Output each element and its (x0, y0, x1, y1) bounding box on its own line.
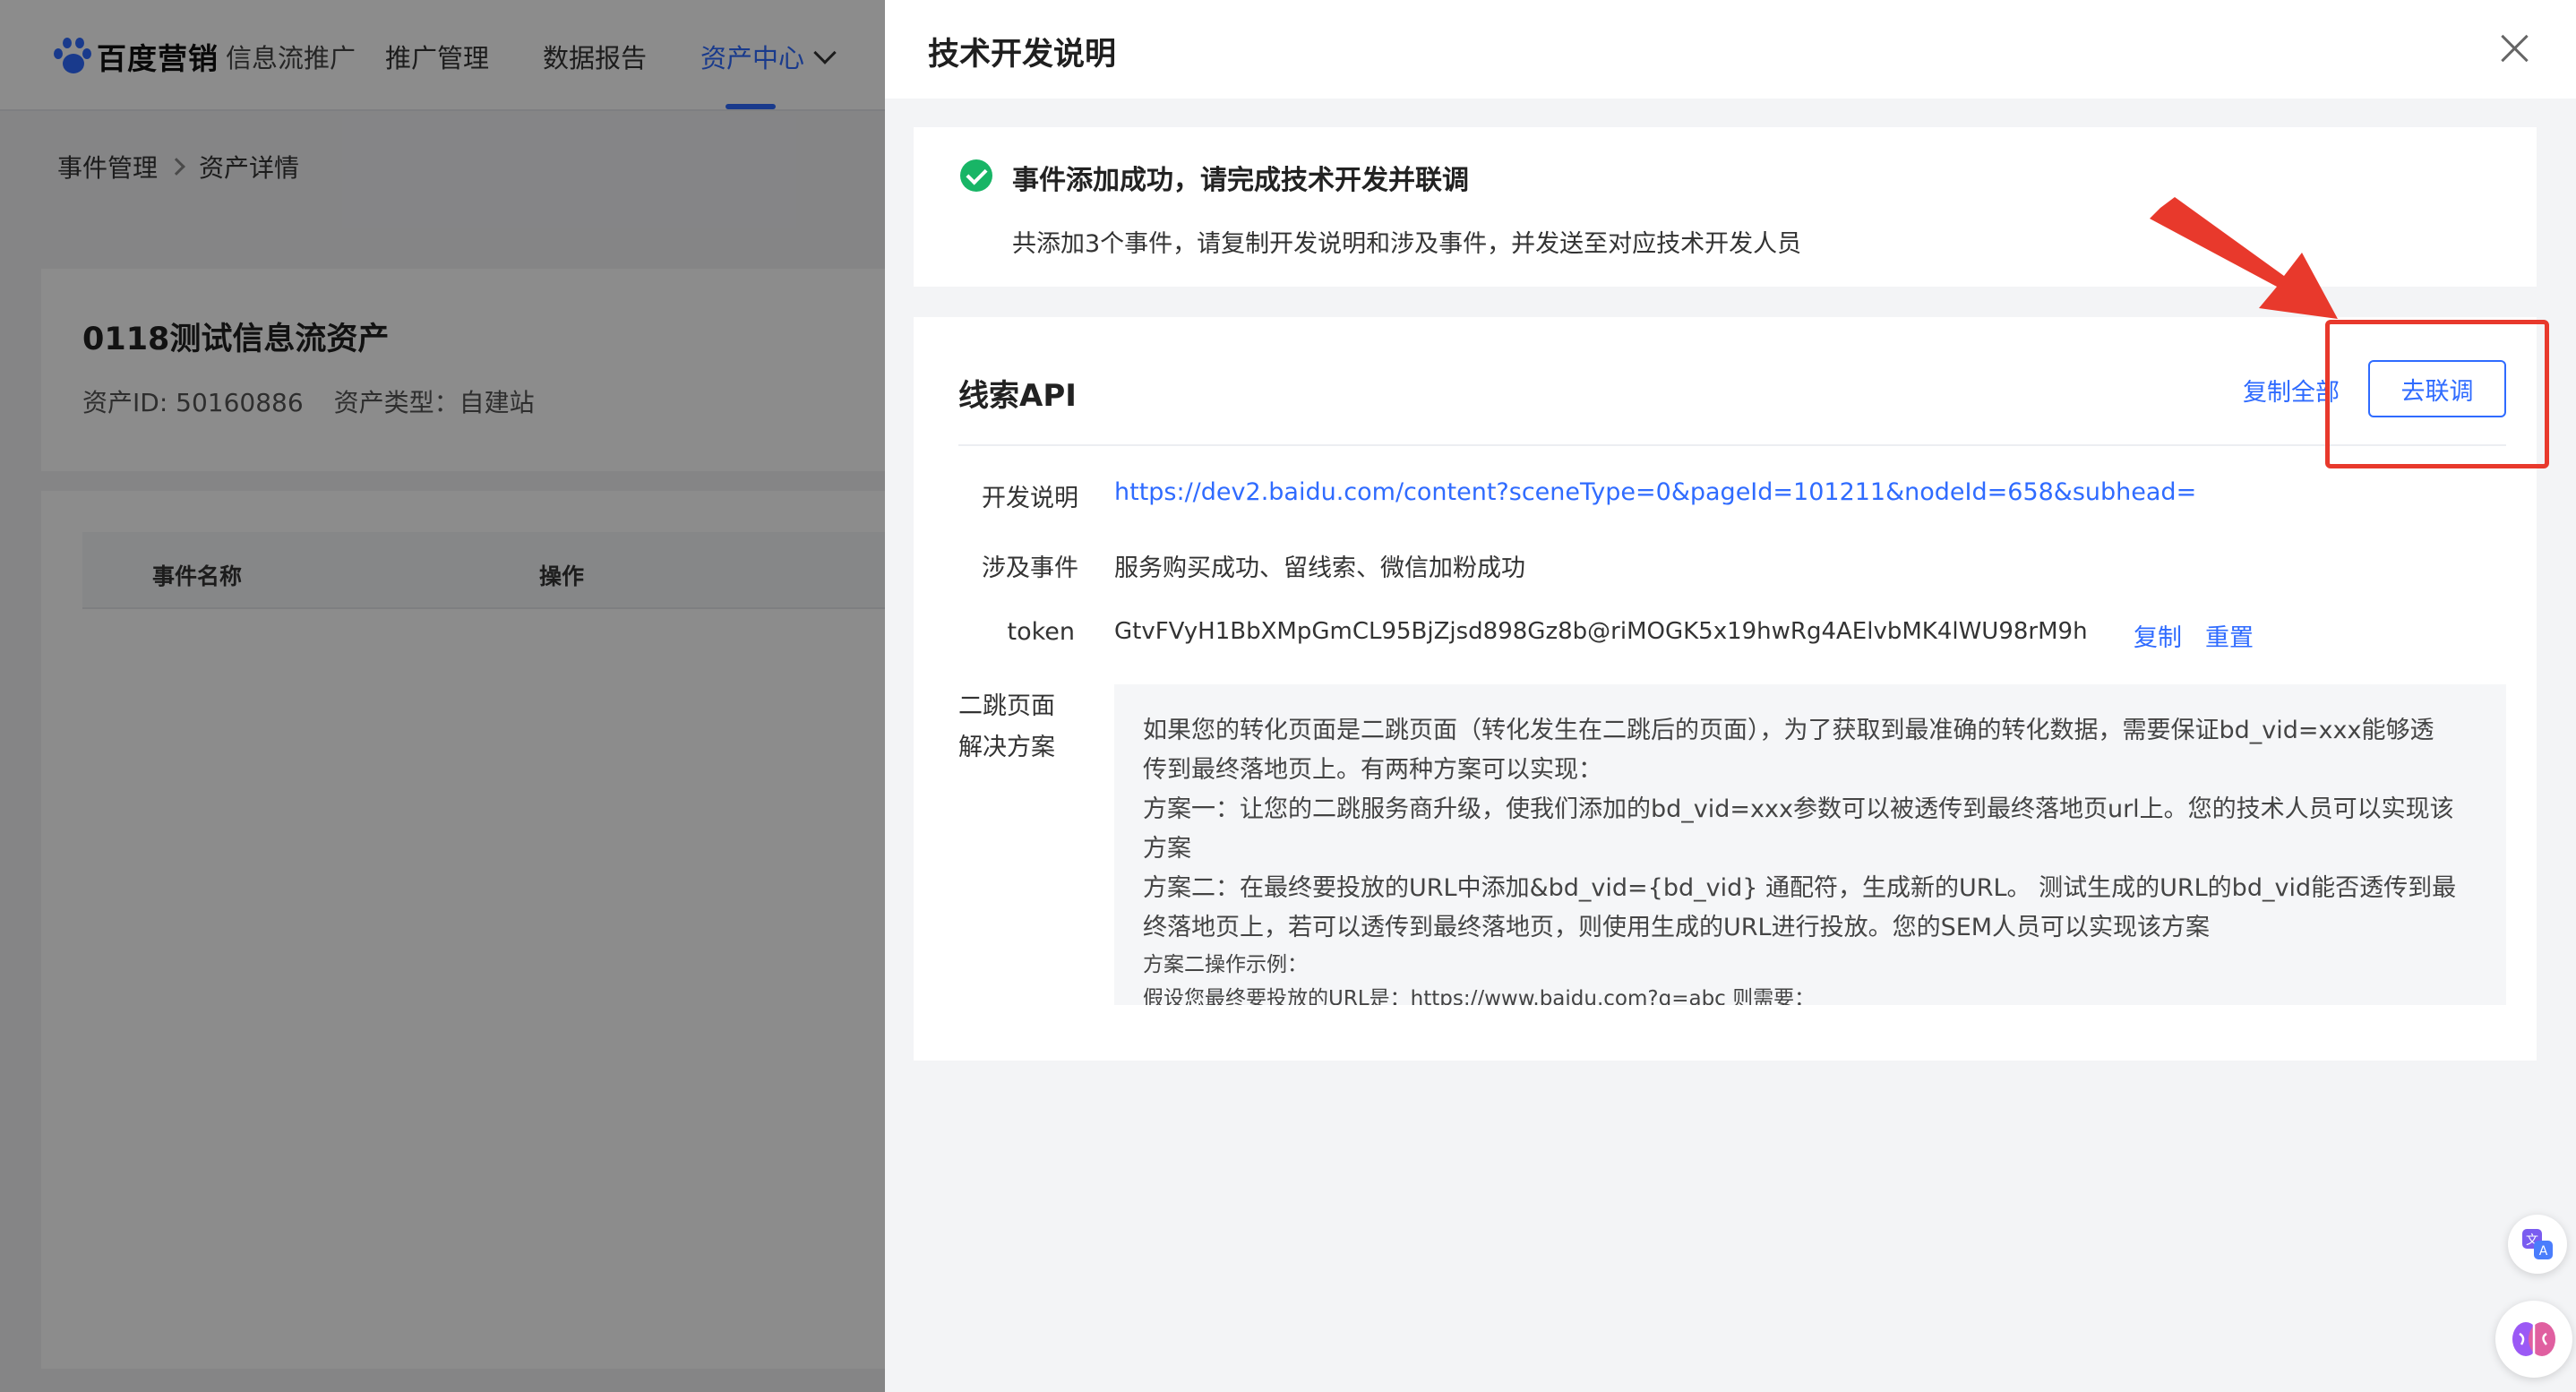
solution-line: 方案 (1143, 835, 1191, 863)
brain-icon[interactable] (2495, 1301, 2572, 1378)
success-description: 共添加3个事件，请复制开发说明和涉及事件，并发送至对应技术开发人员 (1012, 230, 1802, 258)
dev-doc-link[interactable]: https://dev2.baidu.com/content?sceneType… (1114, 478, 2196, 506)
svg-text:A: A (2539, 1244, 2548, 1259)
api-title: 线索API (958, 378, 1077, 414)
token-copy-link[interactable]: 复制 (2134, 618, 2182, 653)
drawer-title: 技术开发说明 (928, 37, 1117, 73)
translate-icon[interactable]: 文 A (2508, 1215, 2567, 1274)
solution-line: 如果您的转化页面是二跳页面（转化发生在二跳后的页面），为了获取到最准确的转化数据… (1143, 717, 2434, 744)
solution-line: 方案二：在最终要投放的URL中添加&bd_vid={bd_vid} 通配符，生成… (1143, 874, 2457, 902)
token-label: token (1007, 618, 1075, 646)
modal-mask[interactable] (0, 0, 885, 1392)
check-circle-icon (960, 159, 992, 192)
lead-api-card: 线索API 复制全部 去联调 开发说明 https://dev2.baidu.c… (914, 317, 2537, 1061)
token-reset-link[interactable]: 重置 (2205, 618, 2254, 653)
annotation-highlight-box (2325, 320, 2549, 468)
solution-line: 终落地页上，若可以透传到最终落地页，则使用生成的URL进行投放。您的SEM人员可… (1143, 914, 2211, 941)
drawer-header: 技术开发说明 (885, 0, 2576, 99)
solution-example-line: 假设您最终要投放的URL是：https://www.baidu.com?q=ab… (1143, 987, 1816, 1005)
annotation-arrow-icon (2150, 197, 2338, 319)
solution-line: 传到最终落地页上。有两种方案可以实现： (1143, 756, 1602, 784)
solution-example-line: 方案二操作示例： (1143, 953, 1308, 976)
dev-doc-label: 开发说明 (982, 485, 1078, 512)
solution-line: 方案一：让您的二跳服务商升级，使我们添加的bd_vid=xxx参数可以被透传到最… (1143, 795, 2454, 823)
solution-label: 二跳页面 解决方案 (958, 686, 1078, 769)
token-value: GtvFVyH1BbXMpGmCL95BjZjsd898Gz8b@riMOGK5… (1114, 618, 2088, 645)
solution-box[interactable]: 如果您的转化页面是二跳页面（转化发生在二跳后的页面），为了获取到最准确的转化数据… (1114, 684, 2506, 1005)
events-label: 涉及事件 (982, 554, 1078, 582)
divider (958, 444, 2506, 446)
close-icon[interactable] (2499, 32, 2531, 64)
success-title: 事件添加成功，请完成技术开发并联调 (1012, 165, 1469, 196)
solution-label-line-2: 解决方案 (958, 734, 1055, 761)
events-value: 服务购买成功、留线索、微信加粉成功 (1114, 554, 1525, 582)
solution-label-line-1: 二跳页面 (958, 692, 1055, 720)
